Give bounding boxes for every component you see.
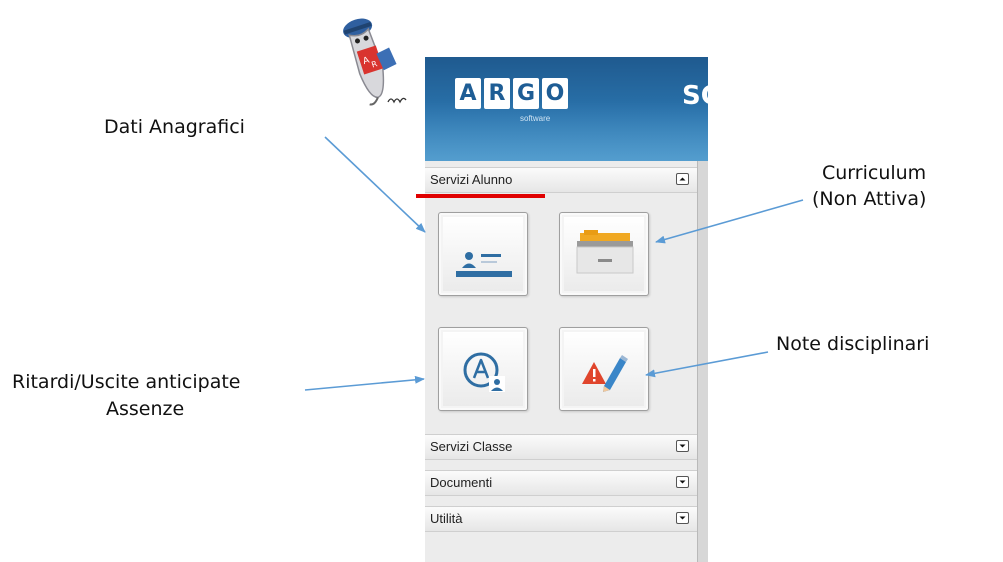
- arrow-dati-anagrafici: [324, 136, 426, 233]
- annotation-arrows: [304, 136, 804, 391]
- arrow-curriculum: [655, 199, 804, 244]
- arrow-ritardi: [304, 375, 425, 391]
- arrow-note-disciplinari: [645, 351, 769, 378]
